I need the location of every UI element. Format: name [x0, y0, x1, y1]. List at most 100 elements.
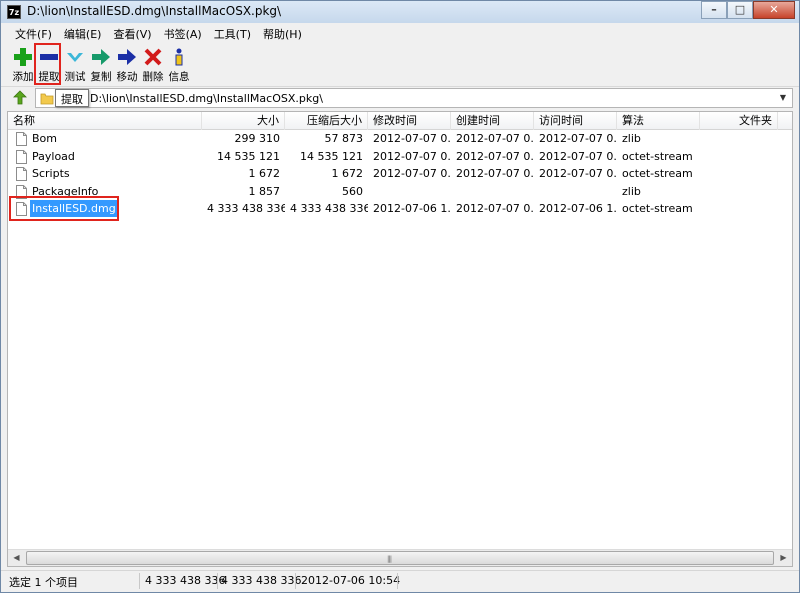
cell-created — [451, 183, 534, 200]
cell-name: Scripts — [32, 167, 70, 180]
column-method[interactable]: 算法 — [617, 112, 700, 130]
cell-packed-size: 57 873 — [324, 132, 364, 145]
window-controls: – □ ✕ — [701, 1, 795, 19]
status-divider — [217, 573, 218, 589]
cell-size: 1 857 — [248, 184, 281, 198]
cell-created: 2012-07-07 0... — [456, 167, 534, 180]
menu-help[interactable]: 帮助(H) — [257, 23, 308, 43]
cell-created: 2012-07-07 0... — [456, 149, 534, 163]
app-icon: 7z — [7, 5, 21, 19]
info-button[interactable]: 信息 — [166, 45, 192, 85]
cell-size: 4 333 438 336 — [207, 202, 285, 215]
grip-icon: ||| — [387, 555, 392, 563]
tooltip: 提取 — [55, 89, 89, 107]
cell-size: 1 672 — [248, 167, 281, 180]
folder-icon — [40, 91, 54, 105]
status-divider — [139, 573, 140, 589]
menu-view[interactable]: 查看(V) — [107, 23, 157, 43]
test-icon — [65, 47, 85, 67]
address-path: D:\lion\InstallESD.dmg\InstallMacOSX.pkg… — [90, 92, 323, 105]
cell-size: 14 535 121 — [217, 149, 280, 163]
cell-created: 2012-07-07 0... — [456, 202, 534, 215]
scroll-right-icon[interactable]: ▶ — [775, 550, 792, 566]
cell-name: Bom — [32, 132, 57, 145]
maximize-button[interactable]: □ — [727, 1, 753, 19]
minimize-button[interactable]: – — [701, 1, 727, 19]
test-button[interactable]: 测试 — [62, 45, 88, 85]
cell-packed-size: 14 535 121 — [300, 149, 363, 163]
column-packed-size[interactable]: 压缩后大小 — [285, 112, 368, 130]
cell-accessed: 2012-07-07 0... — [539, 132, 617, 145]
up-folder-icon[interactable] — [13, 90, 27, 105]
info-icon — [169, 47, 189, 67]
cell-modified: 2012-07-06 1... — [373, 202, 451, 215]
horizontal-scrollbar[interactable]: ◀ ||| ▶ — [8, 549, 792, 566]
cell-method: zlib — [622, 132, 641, 145]
column-name[interactable]: 名称 — [8, 112, 202, 130]
copy-icon — [91, 47, 111, 67]
menu-tools[interactable]: 工具(T) — [208, 23, 257, 43]
column-created[interactable]: 创建时间 — [451, 112, 534, 130]
add-icon — [13, 47, 33, 67]
cell-accessed: 2012-07-06 1... — [539, 202, 617, 215]
address-field[interactable]: D:\lion\InstallESD.dmg\InstallMacOSX.pkg… — [35, 88, 793, 108]
cell-method: octet-stream — [622, 202, 693, 215]
column-folder[interactable]: 文件夹 — [700, 112, 778, 130]
window-title: D:\lion\InstallESD.dmg\InstallMacOSX.pkg… — [27, 4, 282, 18]
cell-modified: 2012-07-07 0... — [373, 149, 451, 163]
info-label: 信息 — [168, 71, 190, 83]
file-icon — [16, 167, 27, 181]
cell-created: 2012-07-07 0... — [456, 132, 534, 145]
file-icon — [16, 149, 27, 164]
status-divider — [397, 573, 398, 589]
cell-folder — [700, 200, 778, 217]
menu-bar: 文件(F) 编辑(E) 查看(V) 书签(A) 工具(T) 帮助(H) — [1, 23, 799, 43]
menu-file[interactable]: 文件(F) — [9, 23, 58, 43]
file-icon — [16, 132, 27, 146]
move-icon — [117, 47, 137, 67]
copy-button[interactable]: 复制 — [88, 45, 114, 85]
title-bar[interactable]: 7z D:\lion\InstallESD.dmg\InstallMacOSX.… — [1, 1, 799, 23]
cell-accessed: 2012-07-07 0... — [539, 167, 617, 180]
cell-method: octet-stream — [622, 149, 693, 163]
delete-icon — [143, 47, 163, 67]
selected-file-highlight-box — [9, 196, 119, 221]
cell-folder — [700, 130, 778, 147]
status-packed: 4 333 438 336 — [221, 574, 302, 587]
cell-accessed — [534, 183, 617, 200]
menu-edit[interactable]: 编辑(E) — [58, 23, 108, 43]
extract-highlight-box — [34, 43, 61, 85]
column-accessed[interactable]: 访问时间 — [534, 112, 617, 130]
chevron-down-icon[interactable]: ▼ — [776, 91, 790, 105]
scroll-left-icon[interactable]: ◀ — [8, 550, 25, 566]
table-row[interactable]: InstallESD.dmg 4 333 438 336 4 333 438 336… — [8, 200, 792, 218]
move-label: 移动 — [116, 71, 138, 83]
cell-method: octet-stream — [622, 167, 693, 180]
delete-button[interactable]: 删除 — [140, 45, 166, 85]
status-selection: 选定 1 个项目 — [9, 576, 78, 589]
scrollbar-thumb[interactable]: ||| — [26, 551, 774, 565]
cell-packed-size: 4 333 438 336 — [290, 202, 368, 215]
column-modified[interactable]: 修改时间 — [368, 112, 451, 130]
toolbar: 添加 提取 测试 复制 移动 删除 信息 — [1, 43, 799, 87]
cell-name: Payload — [32, 149, 75, 163]
table-row[interactable]: Scripts 1 672 1 672 2012-07-07 0... 2012-07-… — [8, 165, 792, 183]
column-size[interactable]: 大小 — [202, 112, 285, 130]
table-row[interactable]: Payload 14 535 121 14 535 121 2012-07-07 0.… — [8, 148, 792, 166]
cell-folder — [700, 165, 778, 182]
table-row[interactable]: Bom 299 310 57 873 2012-07-07 0... 2012-07-0… — [8, 130, 792, 148]
close-button[interactable]: ✕ — [753, 1, 795, 19]
copy-label: 复制 — [90, 71, 112, 83]
move-button[interactable]: 移动 — [114, 45, 140, 85]
cell-modified — [368, 183, 451, 200]
file-list[interactable]: 名称 大小 压缩后大小 修改时间 创建时间 访问时间 算法 文件夹 Bom 299… — [7, 111, 793, 567]
add-button[interactable]: 添加 — [10, 45, 36, 85]
column-header: 名称 大小 压缩后大小 修改时间 创建时间 访问时间 算法 文件夹 — [8, 112, 792, 130]
cell-size: 299 310 — [234, 132, 281, 145]
table-row[interactable]: PackageInfo 1 857 560 zlib — [8, 183, 792, 201]
cell-packed-size: 1 672 — [331, 167, 364, 180]
status-bar: 选定 1 个项目 4 333 438 336 4 333 438 336 201… — [1, 570, 799, 592]
delete-label: 删除 — [142, 71, 164, 83]
menu-bookmarks[interactable]: 书签(A) — [158, 23, 208, 43]
cell-modified: 2012-07-07 0... — [373, 167, 451, 180]
